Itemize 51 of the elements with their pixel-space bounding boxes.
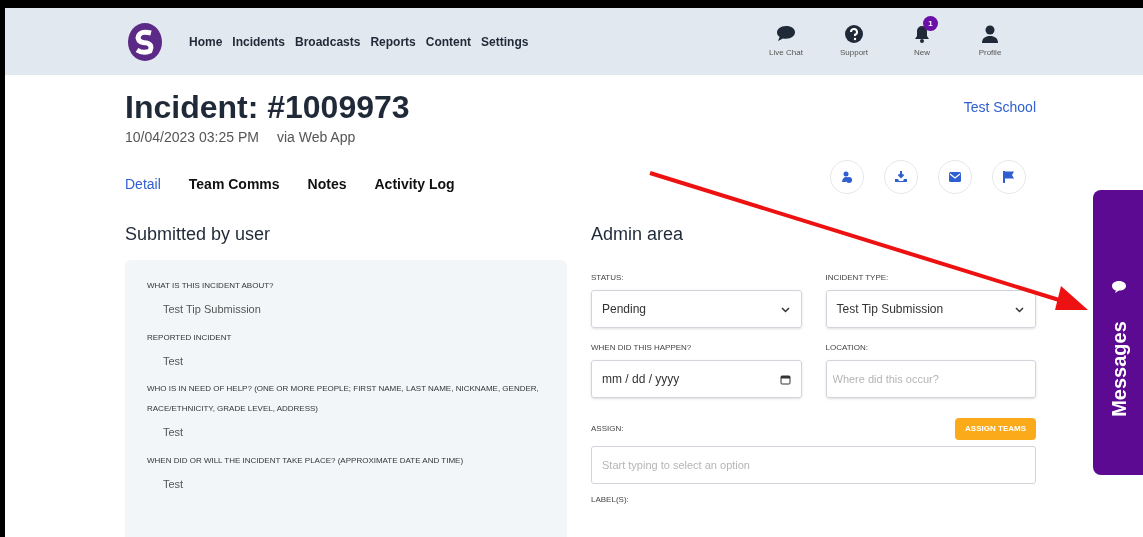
nav-link[interactable]: Settings [481, 32, 529, 51]
user-icon[interactable] [979, 24, 1001, 44]
incident-datetime: 10/04/2023 03:25 PM [125, 128, 259, 147]
field-label: ASSIGN: [591, 423, 624, 435]
messages-tab[interactable]: Messages [1093, 190, 1143, 475]
tab[interactable]: Notes [307, 174, 347, 195]
mail-icon [948, 169, 962, 184]
tab[interactable]: Activity Log [374, 174, 455, 195]
field-label: STATUS: [591, 272, 625, 284]
action-label: Profile [978, 47, 1002, 59]
dropdown[interactable]: Test Tip Submission [825, 290, 1036, 328]
notification-badge: 1 [923, 16, 938, 31]
answer-text: Test [162, 353, 185, 369]
question-label: REPORTED INCIDENT [147, 331, 233, 344]
action-label: Live Chat [769, 47, 803, 59]
field-label: INCIDENT TYPE: [825, 272, 890, 284]
section-title: Admin area [591, 223, 685, 246]
action-label: Support [840, 47, 868, 59]
speech-bubble-icon[interactable] [775, 24, 797, 44]
answer-text: Test [162, 476, 185, 492]
calendar-icon [779, 373, 791, 385]
incident-source: via Web App [276, 128, 356, 147]
logo-icon[interactable] [125, 20, 165, 63]
nav-link[interactable]: Content [425, 32, 472, 51]
nav-link[interactable]: Broadcasts [295, 32, 361, 51]
field-label: WHEN DID THIS HAPPEN? [591, 342, 693, 354]
field-label: LOCATION: [825, 342, 870, 354]
field-label: LABEL(S): [591, 494, 630, 506]
answer-text: Test Tip Submission [162, 302, 262, 317]
nav-link[interactable]: Home [189, 32, 223, 51]
tab[interactable]: Detail [125, 174, 161, 195]
question-label: WHEN DID OR WILL THE INCIDENT TAKE PLACE? (APPROXIMATE DATE AND TIME) [147, 454, 465, 467]
tab[interactable]: Team Comms [188, 174, 280, 195]
help-icon[interactable] [843, 24, 865, 44]
question-label: WHO IS IN NEED OF HELP? (ONE OR MORE PEOPLE; FIRST NAME, LAST NAME, NICKNAME, GENDER, RACE/ETHNICITY, GRADE LEVEL, ADDRESS) [147, 383, 540, 415]
assign-field[interactable]: Start typing to select an option [591, 446, 1036, 484]
people-icon [840, 169, 854, 184]
location-field[interactable]: Where did this occur? [825, 360, 1036, 398]
download-tray-icon [894, 169, 908, 184]
school-link[interactable]: Test School [963, 97, 1036, 118]
nav-link[interactable]: Incidents [232, 32, 286, 51]
action-label: New [914, 47, 930, 59]
flag-icon [1002, 169, 1016, 184]
answer-text: Test [162, 425, 185, 440]
dropdown[interactable]: Pending [591, 290, 802, 328]
nav-link[interactable]: Reports [370, 32, 416, 51]
section-title: Submitted by user [125, 223, 272, 246]
date-field[interactable]: mm / dd / yyyy [591, 360, 802, 398]
chat-icon [1111, 280, 1127, 294]
question-label: WHAT IS THIS INCIDENT ABOUT? [147, 280, 275, 292]
incident-title: Incident: #1009973 [125, 89, 410, 125]
